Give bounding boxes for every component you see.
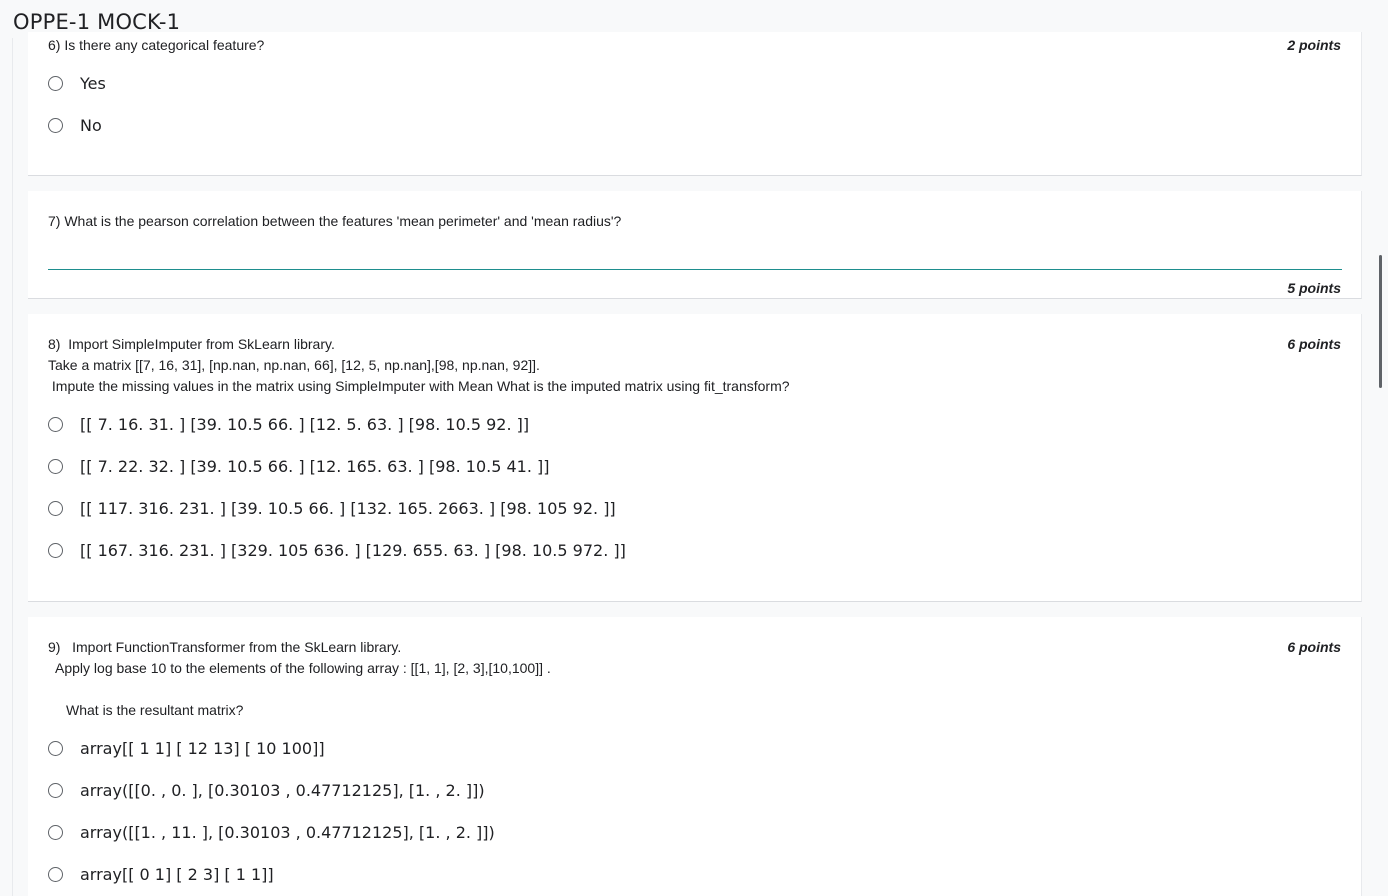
option-label: array[[ 0 1] [ 2 3] [ 1 1]] xyxy=(80,864,274,884)
question-text-line-3: What is the resultant matrix? xyxy=(66,702,244,718)
question-card-8: 8) Import SimpleImputer from SkLearn lib… xyxy=(28,314,1362,602)
radio-button[interactable] xyxy=(48,782,63,798)
option-label: array([[1. , 11. ], [0.30103 , 0.4771212… xyxy=(80,822,495,842)
question-card-6: 6) Is there any categorical feature? 2 p… xyxy=(28,32,1362,176)
option-no[interactable]: No xyxy=(48,114,102,136)
option-1[interactable]: [[ 7. 16. 31. ] [39. 10.5 66. ] [12. 5. … xyxy=(48,413,529,435)
option-label: [[ 117. 316. 231. ] [39. 10.5 66. ] [132… xyxy=(80,498,616,518)
page-title: OPPE-1 MOCK-1 xyxy=(13,10,181,34)
option-2[interactable]: array([[0. , 0. ], [0.30103 , 0.47712125… xyxy=(48,779,485,801)
radio-button[interactable] xyxy=(48,117,63,133)
radio-button[interactable] xyxy=(48,824,63,840)
question-text-line-2: Take a matrix [[7, 16, 31], [np.nan, np.… xyxy=(48,357,540,373)
option-label: [[ 167. 316. 231. ] [329. 105 636. ] [12… xyxy=(80,540,626,560)
option-label: [[ 7. 16. 31. ] [39. 10.5 66. ] [12. 5. … xyxy=(80,414,530,434)
option-3[interactable]: [[ 117. 316. 231. ] [39. 10.5 66. ] [132… xyxy=(48,497,616,519)
question-text-line-3: Impute the missing values in the matrix … xyxy=(48,378,790,394)
radio-button[interactable] xyxy=(48,75,63,91)
points-badge: 6 points xyxy=(1287,639,1341,655)
question-text-line-1: 8) Import SimpleImputer from SkLearn lib… xyxy=(48,336,335,352)
question-card-7: 7) What is the pearson correlation betwe… xyxy=(28,191,1362,299)
radio-button[interactable] xyxy=(48,500,63,516)
option-label: array[[ 1 1] [ 12 13] [ 10 100]] xyxy=(80,738,325,758)
radio-button[interactable] xyxy=(48,416,63,432)
short-answer-input[interactable] xyxy=(48,269,1342,270)
option-yes[interactable]: Yes xyxy=(48,72,106,94)
question-text: 6) Is there any categorical feature? xyxy=(48,37,265,53)
option-2[interactable]: [[ 7. 22. 32. ] [39. 10.5 66. ] [12. 165… xyxy=(48,455,550,477)
points-badge: 5 points xyxy=(1287,280,1341,296)
option-4[interactable]: [[ 167. 316. 231. ] [329. 105 636. ] [12… xyxy=(48,539,626,561)
points-badge: 6 points xyxy=(1287,336,1341,352)
option-label: array([[0. , 0. ], [0.30103 , 0.47712125… xyxy=(80,780,485,800)
page-edge xyxy=(12,38,13,896)
scrollbar-thumb[interactable] xyxy=(1379,255,1382,388)
question-card-9: 9) Import FunctionTransformer from the S… xyxy=(28,617,1362,896)
radio-button[interactable] xyxy=(48,458,63,474)
option-1[interactable]: array[[ 1 1] [ 12 13] [ 10 100]] xyxy=(48,737,325,759)
radio-button[interactable] xyxy=(48,542,63,558)
option-4[interactable]: array[[ 0 1] [ 2 3] [ 1 1]] xyxy=(48,863,274,885)
option-label: No xyxy=(80,115,102,135)
question-text: 7) What is the pearson correlation betwe… xyxy=(48,213,622,229)
points-badge: 2 points xyxy=(1287,37,1341,53)
radio-button[interactable] xyxy=(48,866,63,882)
option-label: Yes xyxy=(80,73,106,93)
question-text-line-1: 9) Import FunctionTransformer from the S… xyxy=(48,639,402,655)
option-3[interactable]: array([[1. , 11. ], [0.30103 , 0.4771212… xyxy=(48,821,495,843)
question-text-line-2: Apply log base 10 to the elements of the… xyxy=(48,660,551,676)
option-label: [[ 7. 22. 32. ] [39. 10.5 66. ] [12. 165… xyxy=(80,456,550,476)
radio-button[interactable] xyxy=(48,740,63,756)
